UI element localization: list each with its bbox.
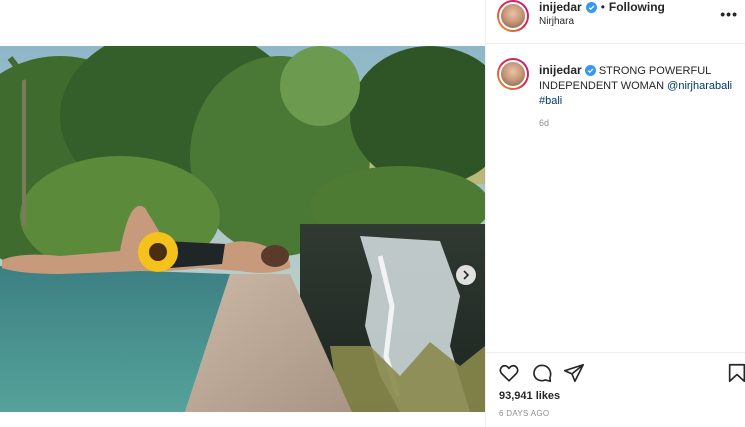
header-username[interactable]: inijedar [539,0,582,14]
instagram-post-view: inijedar • Following Nirjhara ••• inijed… [0,0,745,427]
post-sidebar: inijedar • Following Nirjhara ••• inijed… [485,0,745,427]
bookmark-icon [728,363,745,383]
separator-dot: • [600,0,605,14]
caption-timestamp: 6d [539,118,550,128]
verified-badge-icon [585,1,597,13]
like-button[interactable] [498,362,520,384]
share-button[interactable] [563,362,585,384]
sunflower-sticker [138,232,178,272]
next-photo-button[interactable] [456,265,476,285]
header-user-row: inijedar • Following [539,0,665,14]
post-photo[interactable] [0,46,485,412]
caption-username[interactable]: inijedar [539,63,582,77]
comment-button[interactable] [531,362,553,384]
save-button[interactable] [726,362,745,384]
post-header: inijedar • Following Nirjhara ••• [486,0,745,44]
hashtag-link[interactable]: #bali [539,95,562,107]
location-link[interactable]: Nirjhara [539,16,574,27]
caption-avatar[interactable] [497,58,529,90]
post-age: 6 DAYS AGO [499,409,550,418]
action-bar [486,352,745,392]
chevron-right-icon [463,270,470,280]
following-button[interactable]: Following [609,0,665,14]
pool-jungle-image [0,46,485,412]
heart-icon [499,364,519,382]
comment-icon [533,364,552,383]
avatar[interactable] [497,0,529,32]
more-options-icon[interactable]: ••• [720,6,738,22]
verified-badge-icon [584,65,596,76]
likes-count[interactable]: 93,941 likes [499,390,560,402]
paper-plane-icon [564,363,584,383]
caption-text: inijedar STRONG POWERFUL INDEPENDENT WOM… [539,63,734,109]
mention-link[interactable]: @nirjharabali [667,80,732,92]
